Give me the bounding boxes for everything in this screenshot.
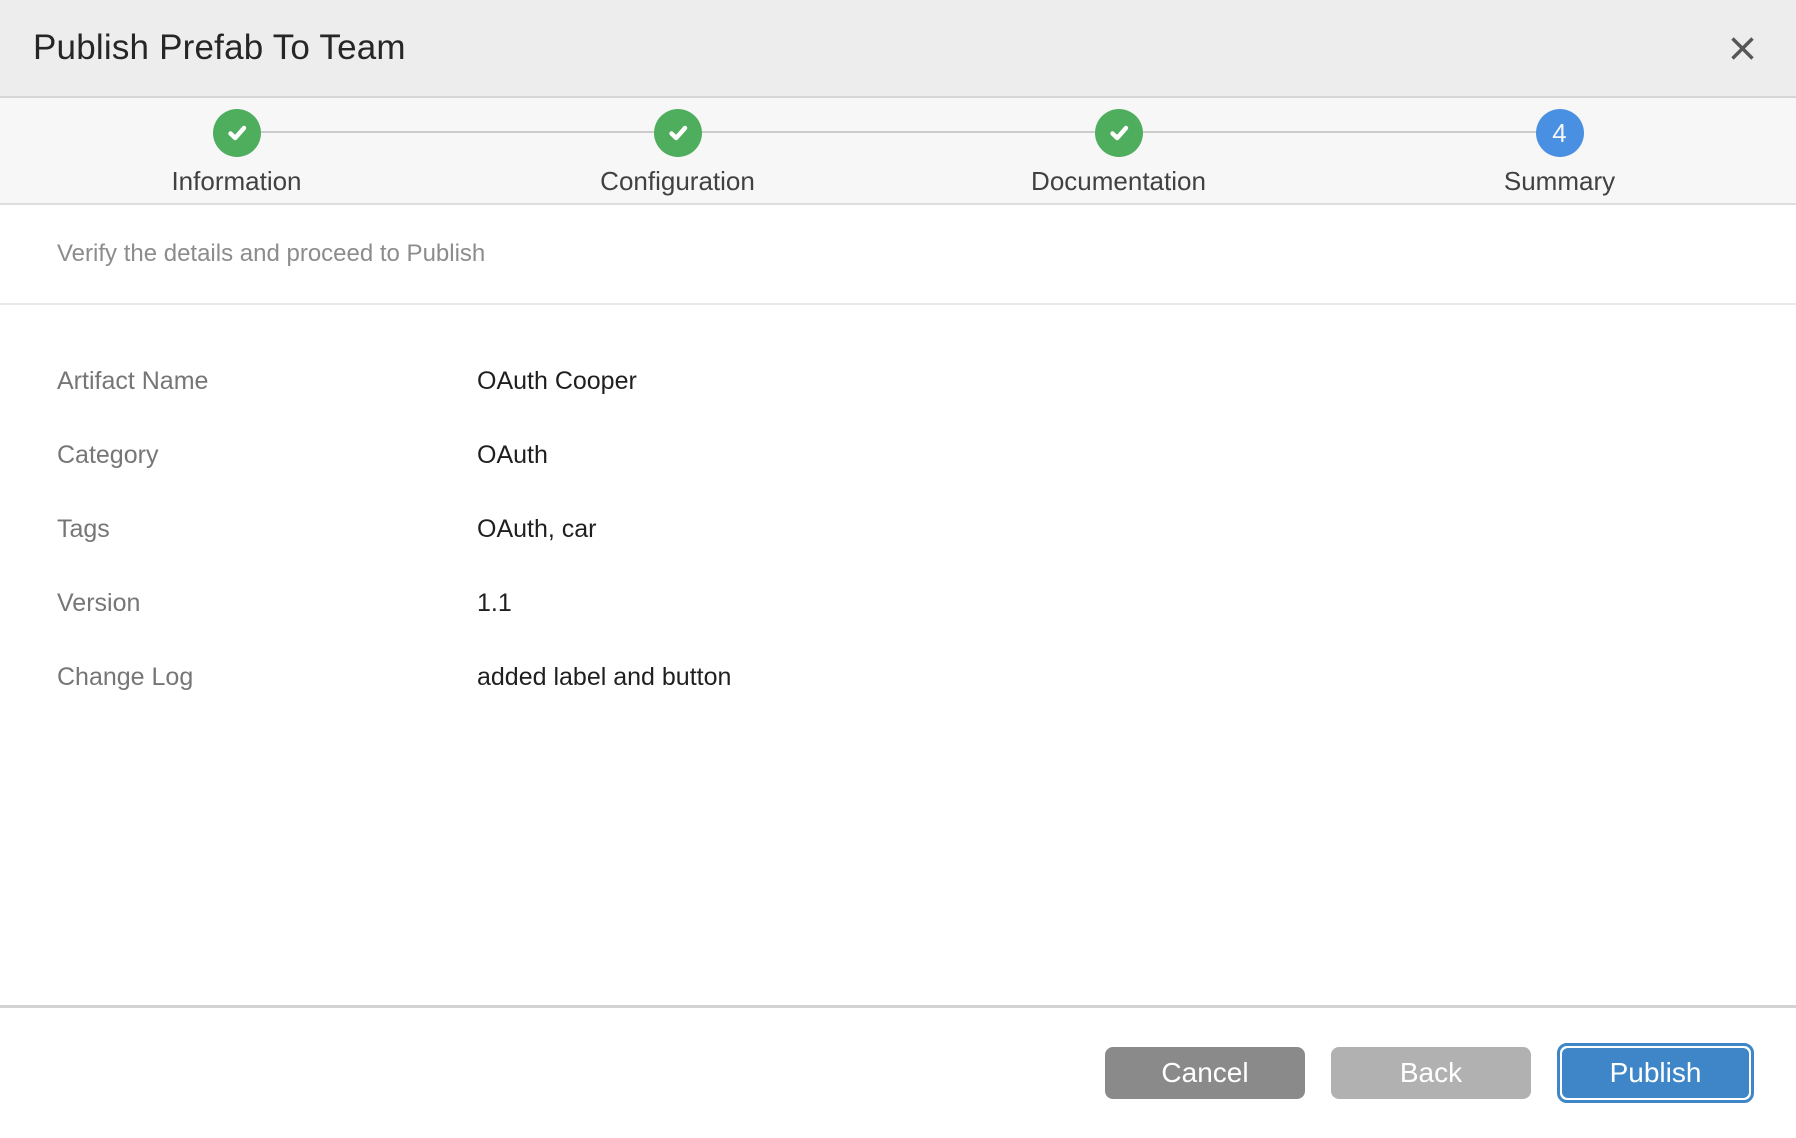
- close-button[interactable]: [1720, 26, 1764, 70]
- step-configuration[interactable]: Configuration: [457, 98, 898, 203]
- close-icon: [1729, 35, 1756, 62]
- detail-row-tags: Tags OAuth, car: [57, 514, 1739, 544]
- step-description-band: Verify the details and proceed to Publis…: [0, 205, 1796, 305]
- step-information-circle: [213, 109, 261, 157]
- detail-value: OAuth: [477, 440, 548, 470]
- step-description-text: Verify the details and proceed to Publis…: [57, 240, 485, 268]
- publish-button-focus-ring: Publish: [1557, 1043, 1754, 1103]
- step-information[interactable]: Information: [16, 98, 457, 203]
- publish-button[interactable]: Publish: [1562, 1048, 1749, 1098]
- step-documentation-circle: [1095, 109, 1143, 157]
- detail-row-change-log: Change Log added label and button: [57, 662, 1739, 692]
- cancel-button[interactable]: Cancel: [1105, 1047, 1305, 1099]
- step-information-label: Information: [171, 166, 301, 197]
- detail-label: Category: [57, 440, 477, 470]
- wizard-stepper: Information Configuration Docume: [0, 98, 1796, 205]
- step-configuration-label: Configuration: [600, 166, 755, 197]
- detail-value: OAuth, car: [477, 514, 597, 544]
- dialog-header: Publish Prefab To Team: [0, 0, 1796, 98]
- detail-label: Change Log: [57, 662, 477, 692]
- check-icon: [222, 118, 252, 148]
- dialog-footer: Cancel Back Publish: [0, 1005, 1796, 1138]
- dialog-title: Publish Prefab To Team: [33, 28, 406, 68]
- detail-label: Artifact Name: [57, 366, 477, 396]
- step-summary[interactable]: 4 Summary: [1339, 98, 1780, 203]
- detail-value: 1.1: [477, 588, 512, 618]
- detail-label: Tags: [57, 514, 477, 544]
- detail-value: OAuth Cooper: [477, 366, 637, 396]
- detail-value: added label and button: [477, 662, 731, 692]
- step-documentation[interactable]: Documentation: [898, 98, 1339, 203]
- detail-label: Version: [57, 588, 477, 618]
- detail-row-version: Version 1.1: [57, 588, 1739, 618]
- step-documentation-label: Documentation: [1031, 166, 1206, 197]
- check-icon: [1104, 118, 1134, 148]
- detail-row-category: Category OAuth: [57, 440, 1739, 470]
- step-summary-circle: 4: [1536, 109, 1584, 157]
- step-configuration-circle: [654, 109, 702, 157]
- check-icon: [663, 118, 693, 148]
- publish-prefab-dialog: Publish Prefab To Team Information: [0, 0, 1796, 1138]
- back-button[interactable]: Back: [1331, 1047, 1531, 1099]
- step-summary-label: Summary: [1504, 166, 1615, 197]
- step-summary-number: 4: [1552, 118, 1566, 149]
- summary-details: Artifact Name OAuth Cooper Category OAut…: [0, 305, 1796, 1005]
- detail-row-artifact-name: Artifact Name OAuth Cooper: [57, 366, 1739, 396]
